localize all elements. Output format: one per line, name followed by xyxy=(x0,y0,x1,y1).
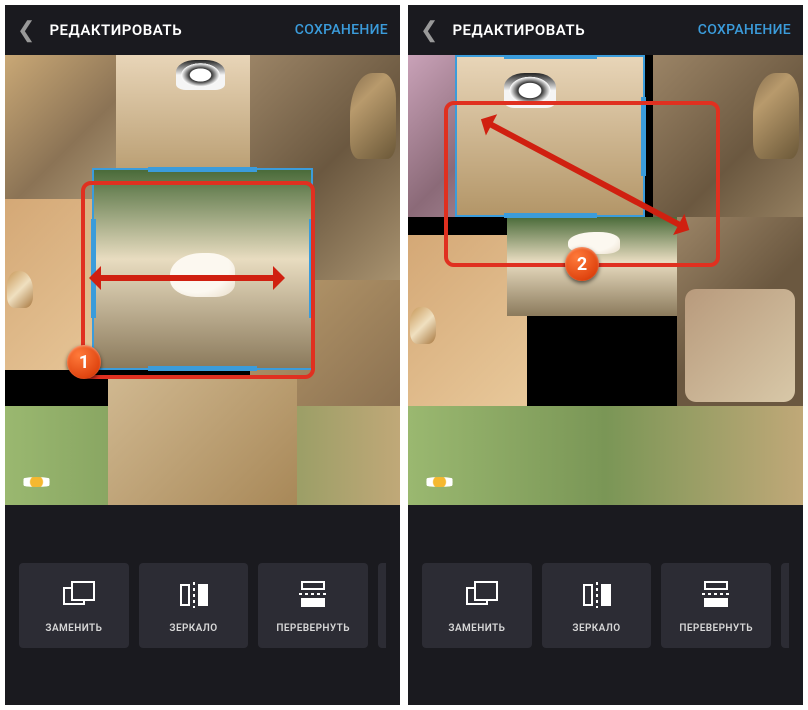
flower-subject xyxy=(420,477,460,487)
tool-label: ПЕРЕВЕРНУТЬ xyxy=(276,623,350,634)
replace-icon xyxy=(462,581,492,609)
flip-icon xyxy=(701,581,731,609)
editor-header: ❮ РЕДАКТИРОВАТЬ СОХРАНЕНИЕ xyxy=(5,5,400,55)
replace-icon xyxy=(59,581,89,609)
resize-handle-right[interactable] xyxy=(641,97,646,176)
resize-handle-bottom[interactable] xyxy=(504,213,597,218)
resize-handle-bottom[interactable] xyxy=(148,366,257,371)
dogs-subject xyxy=(504,73,556,108)
tools-row: ЗАМЕНИТЬ ЗЕРКАЛО ПЕРЕВЕРНУТЬ xyxy=(5,563,400,648)
flip-icon xyxy=(298,581,328,609)
tool-label: ЗАМЕНИТЬ xyxy=(45,623,102,634)
collage-cell-kittens[interactable] xyxy=(685,289,796,402)
guinea-pig-subject xyxy=(7,271,33,309)
mirror-icon xyxy=(582,581,612,609)
tool-label: ЗАМЕНИТЬ xyxy=(448,623,505,634)
guinea-pig-subject xyxy=(410,307,436,345)
collage-cell-rabbit[interactable] xyxy=(507,217,681,316)
back-arrow-icon[interactable]: ❮ xyxy=(420,18,438,43)
screen-right: ❮ РЕДАКТИРОВАТЬ СОХРАНЕНИЕ xyxy=(408,5,803,705)
resize-handle-top[interactable] xyxy=(148,167,257,172)
tools-panel: ЗАМЕНИТЬ ЗЕРКАЛО ПЕРЕВЕРНУТЬ xyxy=(5,505,400,705)
tools-row: ЗАМЕНИТЬ ЗЕРКАЛО ПЕРЕВЕРНУТЬ xyxy=(408,563,803,648)
resize-handle-right[interactable] xyxy=(309,219,314,318)
collage-cell[interactable] xyxy=(108,379,298,505)
mirror-icon xyxy=(179,581,209,609)
dogs-subject xyxy=(176,60,225,90)
cat-subject xyxy=(350,73,395,159)
collage-canvas[interactable]: 1 xyxy=(5,55,400,505)
tool-flip[interactable]: ПЕРЕВЕРНУТЬ xyxy=(661,563,771,648)
cat-subject xyxy=(753,73,798,159)
save-button[interactable]: СОХРАНЕНИЕ xyxy=(698,22,791,38)
screen-left: ❮ РЕДАКТИРОВАТЬ СОХРАНЕНИЕ xyxy=(5,5,400,705)
tool-overflow[interactable] xyxy=(378,563,386,648)
rabbit-subject xyxy=(568,232,620,254)
tool-mirror[interactable]: ЗЕРКАЛО xyxy=(542,563,652,648)
tool-replace[interactable]: ЗАМЕНИТЬ xyxy=(422,563,532,648)
resize-handle-top[interactable] xyxy=(504,55,597,59)
tool-label: ЗЕРКАЛО xyxy=(572,623,620,634)
save-button[interactable]: СОХРАНЕНИЕ xyxy=(295,22,388,38)
back-arrow-icon[interactable]: ❮ xyxy=(17,18,35,43)
horizontal-arrow-icon xyxy=(97,275,277,281)
collage-cell[interactable] xyxy=(408,406,803,505)
editor-header: ❮ РЕДАКТИРОВАТЬ СОХРАНЕНИЕ xyxy=(408,5,803,55)
collage-canvas[interactable]: 2 xyxy=(408,55,803,505)
header-title: РЕДАКТИРОВАТЬ xyxy=(452,21,697,39)
tool-flip[interactable]: ПЕРЕВЕРНУТЬ xyxy=(258,563,368,648)
header-title: РЕДАКТИРОВАТЬ xyxy=(49,21,294,39)
tool-mirror[interactable]: ЗЕРКАЛО xyxy=(139,563,249,648)
tool-overflow[interactable] xyxy=(781,563,789,648)
tool-label: ПЕРЕВЕРНУТЬ xyxy=(679,623,753,634)
tools-panel: ЗАМЕНИТЬ ЗЕРКАЛО ПЕРЕВЕРНУТЬ xyxy=(408,505,803,705)
flower-subject xyxy=(17,477,57,487)
tool-label: ЗЕРКАЛО xyxy=(169,623,217,634)
tool-replace[interactable]: ЗАМЕНИТЬ xyxy=(19,563,129,648)
